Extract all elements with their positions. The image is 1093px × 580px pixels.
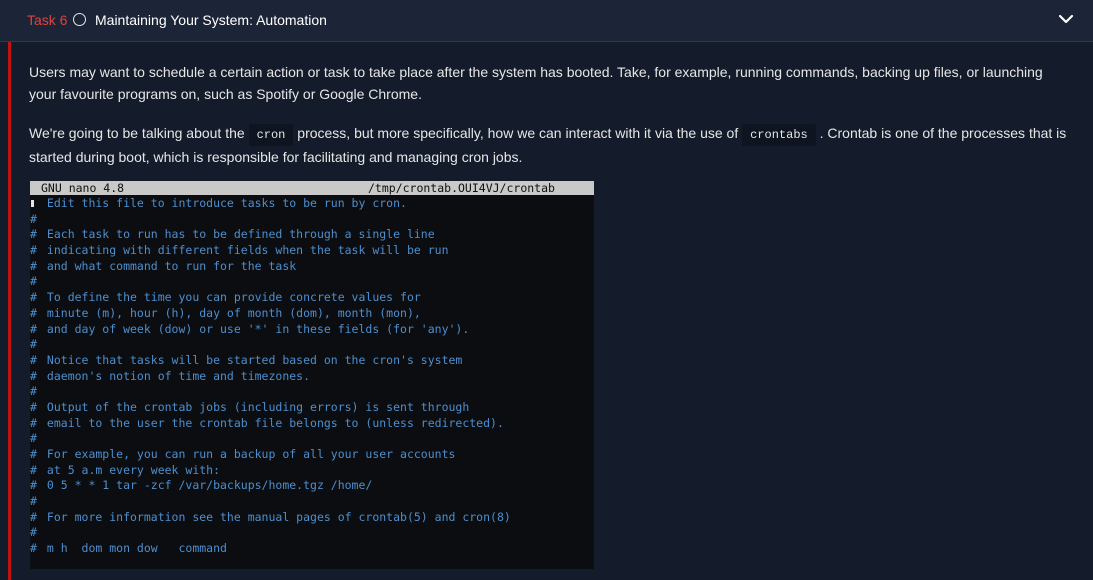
circle-outline-icon [73,13,86,26]
crontab-line: # For more information see the manual pa… [30,510,594,526]
crontab-line: # [30,212,594,228]
crontab-line: # at 5 a.m every week with: [30,463,594,479]
crontab-line: # indicating with different fields when … [30,243,594,259]
crontab-line-text [40,274,47,288]
crontab-line: # To define the time you can provide con… [30,290,594,306]
comment-marker: # [30,352,37,367]
crontab-line-text [40,494,47,508]
inline-code-cron: cron [248,124,294,146]
crontab-line: # and what command to run for the task [30,259,594,275]
crontab-line: # and day of week (dow) or use '*' in th… [30,322,594,338]
comment-marker: # [30,384,37,399]
inline-code-crontabs: crontabs [742,124,816,146]
task-number: Task 6 [27,12,68,28]
crontab-line-text: daemon's notion of time and timezones. [40,368,311,383]
comment-marker: # [30,431,37,446]
crontab-line-text [40,525,47,539]
crontab-line: # [30,337,594,353]
crontab-line: # email to the user the crontab file bel… [30,416,594,432]
task-accent-bar [8,42,11,580]
comment-marker: # [30,227,37,242]
crontab-line-text: m h dom mon dow command [40,541,227,556]
comment-marker: # [30,368,37,383]
comment-marker: # [30,494,37,509]
crontab-line: # [30,384,594,400]
comment-marker: # [30,258,37,273]
nano-app-name: GNU nano 4.8 [41,181,125,195]
chevron-down-icon[interactable] [1057,10,1075,28]
crontab-line: # [30,274,594,290]
crontab-line: # minute (m), hour (h), day of month (do… [30,306,594,322]
crontab-line-text: and what command to run for the task [40,258,297,273]
crontab-line: # daemon's notion of time and timezones. [30,369,594,385]
comment-marker [30,196,40,212]
crontab-line: # m h dom mon dow command [30,541,594,557]
crontab-line-text: minute (m), hour (h), day of month (dom)… [40,305,421,320]
nano-file-path: /tmp/crontab.OUI4VJ/crontab [368,181,555,195]
comment-marker: # [30,243,37,258]
task-content: Users may want to schedule a certain act… [0,42,1093,580]
task-title: Maintaining Your System: Automation [95,12,327,28]
comment-marker: # [30,290,37,305]
crontab-line: # [30,431,594,447]
text-cursor [31,200,34,207]
crontab-line-text: at 5 a.m every week with: [40,462,221,477]
comment-marker: # [30,399,37,414]
crontab-line-text [40,212,47,226]
crontab-line: # Output of the crontab jobs (including … [30,400,594,416]
comment-marker: # [30,447,37,461]
crontab-file-content: Edit this file to introduce tasks to be … [30,196,594,557]
crontab-line-text: For more information see the manual page… [40,509,511,524]
comment-marker: # [30,211,37,226]
crontab-line-text: To define the time you can provide concr… [40,290,421,305]
crontab-line-text: Notice that tasks will be started based … [40,352,463,367]
crontab-line: # [30,525,594,541]
crontab-line-text: and day of week (dow) or use '*' in thes… [40,321,470,336]
comment-marker: # [30,478,37,493]
crontab-line: # Each task to run has to be defined thr… [30,227,594,243]
comment-marker: # [30,541,37,556]
crontab-line-text: Each task to run has to be defined throu… [40,227,435,242]
crontab-line-text: Edit this file to introduce tasks to be … [40,196,407,210]
nano-titlebar: GNU nano 4.8 /tmp/crontab.OUI4VJ/crontab [30,181,594,195]
crontab-line-text: email to the user the crontab file belon… [40,415,504,430]
crontab-line-text: For example, you can run a backup of all… [40,447,456,461]
crontab-line-text [40,337,47,351]
crontab-line: Edit this file to introduce tasks to be … [30,196,594,212]
comment-marker: # [30,415,37,430]
comment-marker: # [30,509,37,524]
crontab-line: # [30,494,594,510]
crontab-line: # Notice that tasks will be started base… [30,353,594,369]
crontab-line-text: indicating with different fields when th… [40,243,449,258]
task-header[interactable]: Task 6 Maintaining Your System: Automati… [0,0,1093,42]
crontab-line: # 0 5 * * 1 tar -zcf /var/backups/home.t… [30,478,594,494]
crontab-line-text [40,431,47,445]
comment-marker: # [30,274,37,289]
comment-marker: # [30,525,37,540]
terminal-screenshot: GNU nano 4.8 /tmp/crontab.OUI4VJ/crontab… [30,181,594,569]
crontab-line-text: Output of the crontab jobs (including er… [40,399,470,414]
crontab-line-text [40,384,47,398]
comment-marker: # [30,305,37,320]
comment-marker: # [30,462,37,477]
paragraph-text: We're going to be talking about the [29,125,249,141]
paragraph-intro: Users may want to schedule a certain act… [29,64,1043,102]
comment-marker: # [30,321,37,336]
comment-marker: # [30,337,37,352]
paragraph-text: process, but more specifically, how we c… [293,125,743,141]
crontab-line: # For example, you can run a backup of a… [30,447,594,463]
crontab-line-text: 0 5 * * 1 tar -zcf /var/backups/home.tgz… [40,478,373,493]
paragraph-crontab: We're going to be talking about the cron… [29,122,1069,168]
